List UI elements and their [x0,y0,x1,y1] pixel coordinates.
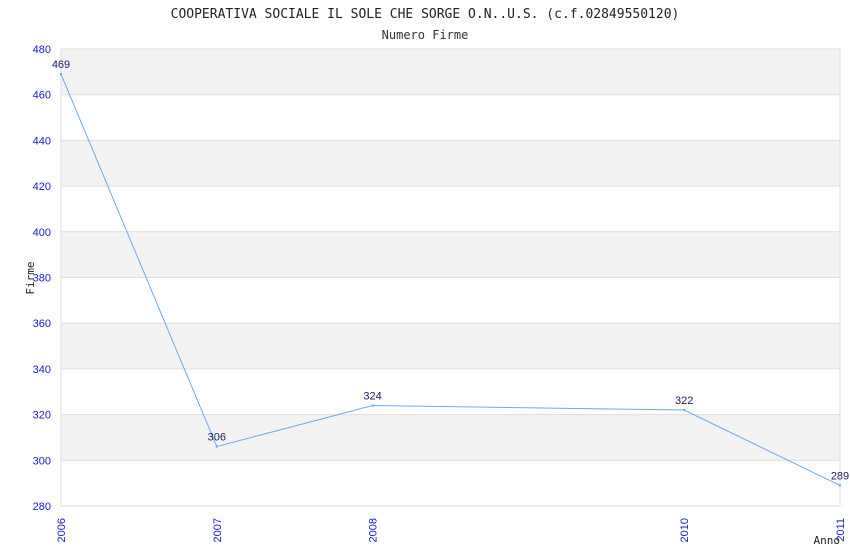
data-label: 324 [363,390,381,402]
data-point [215,445,218,448]
y-tick-label: 320 [33,410,51,422]
y-tick-label: 300 [33,455,51,467]
data-point [683,408,686,412]
data-point [838,484,842,487]
y-axis-label: Firme [24,261,37,294]
x-tick-label: 2008 [368,518,380,542]
x-axis-label: Anno [814,534,841,547]
x-tick-label: 2007 [212,518,224,542]
data-label: 469 [52,59,70,71]
y-tick-label: 360 [33,318,51,330]
y-tick-label: 460 [33,90,51,102]
data-point [59,72,63,76]
x-axis-ticks: 2006 2007 2008 2010 2011 [56,518,847,542]
x-tick-label: 2010 [679,518,691,542]
chart-subtitle: Numero Firme [382,28,469,42]
data-label: 322 [675,395,693,407]
plot-band [61,414,840,461]
chart-title: COOPERATIVA SOCIALE IL SOLE CHE SORGE O.… [171,7,680,22]
plot-band [61,323,840,369]
plot-band [61,231,840,278]
data-label: 289 [831,470,849,482]
data-label: 306 [208,432,226,444]
y-tick-label: 440 [33,135,51,147]
data-point [371,404,374,407]
y-tick-label: 280 [33,501,51,513]
plot-band [61,140,840,187]
x-tick-label: 2006 [56,518,68,542]
chart: COOPERATIVA SOCIALE IL SOLE CHE SORGE O.… [24,7,849,547]
y-tick-label: 340 [33,364,51,376]
plot-bands [61,49,840,461]
y-tick-label: 420 [33,181,51,193]
y-tick-label: 480 [33,44,51,56]
y-tick-label: 400 [33,227,51,239]
plot-band [61,49,840,95]
